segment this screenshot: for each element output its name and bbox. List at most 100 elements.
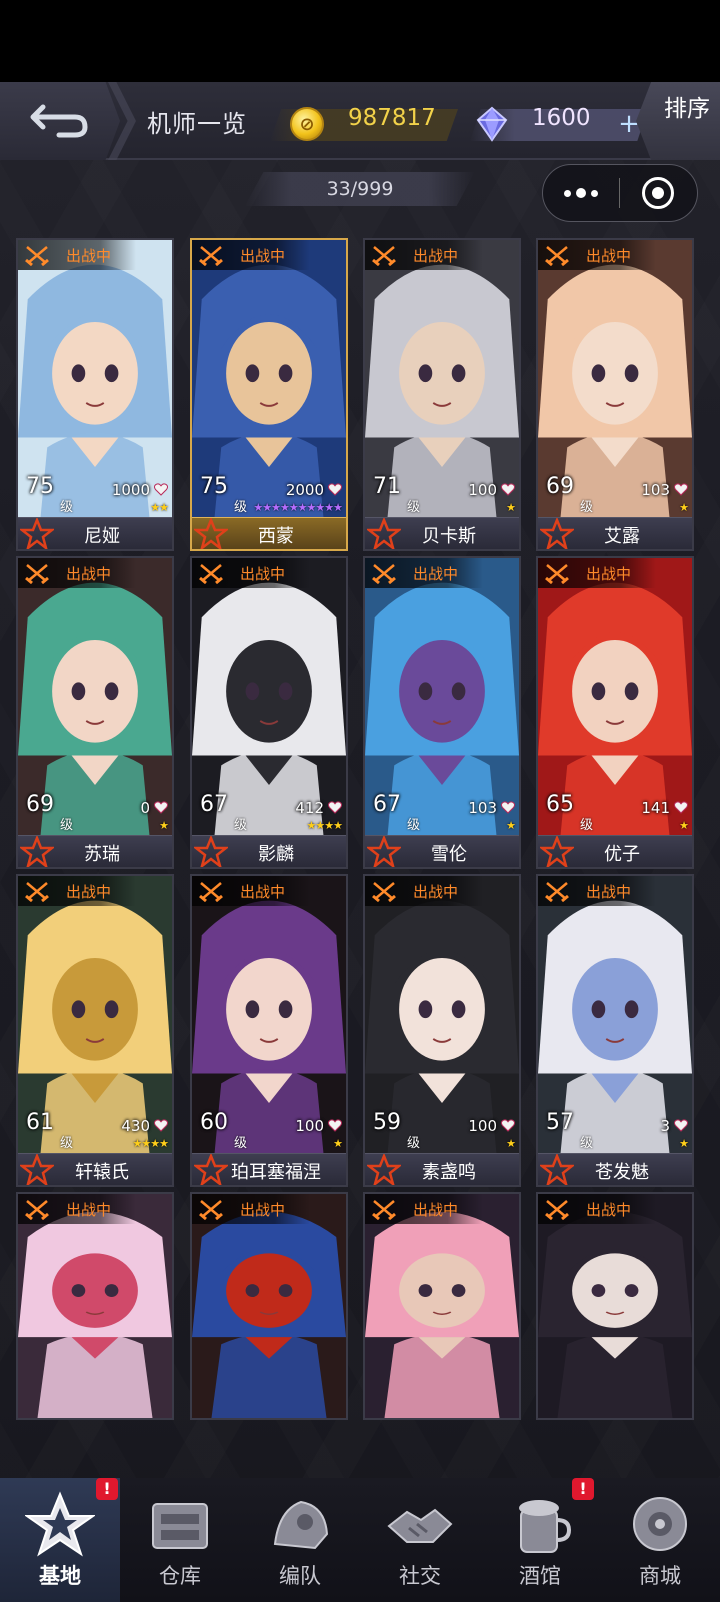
deployed-label: 出战中	[66, 1200, 112, 1219]
pilot-level: 69	[546, 474, 574, 499]
level-unit: 级	[234, 1136, 248, 1151]
deployed-tag: 出战中	[538, 558, 656, 588]
pilot-card[interactable]: 出战中 60 级 100 ★ 珀耳塞福涅	[190, 874, 348, 1187]
heart-icon	[154, 483, 168, 496]
pilot-name: 优子	[604, 844, 640, 865]
pilot-card[interactable]: 出战中 75 级 2000 ★★★★★★★★★★ 西蒙	[190, 238, 348, 551]
deployed-tag: 出战中	[18, 558, 136, 588]
pilot-affinity: 103	[641, 481, 670, 499]
crossed-swords-icon	[25, 1200, 49, 1220]
deployed-label: 出战中	[240, 564, 286, 583]
pilot-portrait	[538, 240, 692, 549]
pilot-level: 67	[200, 792, 228, 817]
crossed-swords-icon	[25, 882, 49, 902]
pilot-portrait	[18, 558, 172, 867]
target-icon	[642, 177, 675, 209]
pilot-name: 雪伦	[431, 844, 467, 865]
pilot-card[interactable]: 出战中 67 级 103 ★ 雪伦	[363, 556, 521, 869]
nav-base[interactable]: 基地 !	[0, 1478, 120, 1602]
pilot-name-bar: 素盏鸣	[365, 1153, 519, 1185]
pilot-card[interactable]: 出战中 65 级 141 ★ 优子	[536, 556, 694, 869]
heart-icon	[154, 1119, 168, 1132]
pilot-card[interactable]: 出战中 69 级 0 ★ 苏瑞	[16, 556, 174, 869]
dot-icon	[563, 189, 571, 197]
pilot-name-bar: 艾露	[538, 517, 692, 549]
nav-formation[interactable]: 编队	[240, 1478, 360, 1602]
nav-label: 编队	[279, 1564, 321, 1588]
nav-label: 基地	[39, 1564, 81, 1588]
top-bar: 机师一览 ⊘ 987817 1600 + 排序	[0, 82, 720, 160]
deployed-label: 出战中	[413, 1200, 459, 1219]
roster-count: 33/999	[245, 172, 475, 206]
bottom-navigation: 基地 ! 仓库 编队 社交 酒馆 ! 商城	[0, 1478, 720, 1602]
pilot-affinity: 1000	[111, 481, 150, 499]
pilot-name: 珀耳塞福涅	[231, 1162, 321, 1183]
pilot-level: 71	[373, 474, 401, 499]
deployed-label: 出战中	[413, 246, 459, 265]
nav-tavern[interactable]: 酒馆 !	[480, 1478, 600, 1602]
nav-label: 仓库	[159, 1564, 201, 1588]
level-unit: 级	[407, 500, 421, 515]
pilot-card[interactable]: 出战中	[536, 1192, 694, 1420]
crossed-swords-icon	[199, 882, 223, 902]
pilot-name-bar: 贝卡斯	[365, 517, 519, 549]
pilot-level: 59	[373, 1110, 401, 1135]
crossed-swords-icon	[545, 1200, 569, 1220]
pilot-card[interactable]: 出战中	[190, 1192, 348, 1420]
heart-icon	[328, 483, 342, 496]
pilot-affinity: 100	[468, 481, 497, 499]
sort-button[interactable]: 排序	[636, 82, 720, 160]
pilot-card[interactable]: 出战中	[16, 1192, 174, 1420]
nav-social[interactable]: 社交	[360, 1478, 480, 1602]
nav-warehouse[interactable]: 仓库	[120, 1478, 240, 1602]
pilot-level: 57	[546, 1110, 574, 1135]
rank-stars: ★	[159, 819, 169, 832]
level-unit: 级	[234, 500, 248, 515]
nav-label: 社交	[399, 1564, 441, 1588]
deployed-tag: 出战中	[192, 558, 310, 588]
pilot-level: 60	[200, 1110, 228, 1135]
pilot-card[interactable]: 出战中 61 级 430 ★★★★ 轩辕氏	[16, 874, 174, 1187]
rank-stars: ★	[506, 1137, 516, 1150]
deployed-tag: 出战中	[365, 1194, 483, 1224]
pilot-card[interactable]: 出战中 67 级 412 ★★★★ 影麟	[190, 556, 348, 869]
pilot-portrait	[365, 558, 519, 867]
deployed-label: 出战中	[586, 882, 632, 901]
pilot-name-bar: 苍发魅	[538, 1153, 692, 1185]
pilot-card[interactable]: 出战中 75 级 1000 ★★ 尼娅	[16, 238, 174, 551]
dot-icon	[575, 188, 586, 198]
pilot-level: 67	[373, 792, 401, 817]
deployed-tag: 出战中	[192, 1194, 310, 1224]
pilot-portrait	[538, 1194, 692, 1418]
crossed-swords-icon	[372, 882, 396, 902]
deployed-tag: 出战中	[192, 240, 310, 270]
rank-stars: ★	[679, 819, 689, 832]
heart-icon	[674, 1119, 688, 1132]
crossed-swords-icon	[545, 564, 569, 584]
diamond-icon	[476, 106, 508, 142]
pilot-card[interactable]: 出战中 71 级 100 ★ 贝卡斯	[363, 238, 521, 551]
deployed-label: 出战中	[66, 882, 112, 901]
pilot-name: 影麟	[258, 844, 294, 865]
miniprogram-capsule	[542, 164, 698, 222]
close-miniprogram-button[interactable]	[620, 164, 698, 222]
rank-stars: ★	[506, 501, 516, 514]
pilot-card[interactable]: 出战中 59 级 100 ★ 素盏鸣	[363, 874, 521, 1187]
crossed-swords-icon	[199, 1200, 223, 1220]
nav-shop[interactable]: 商城	[600, 1478, 720, 1602]
deployed-label: 出战中	[66, 246, 112, 265]
heart-icon	[501, 1119, 515, 1132]
pilot-name-bar: 尼娅	[18, 517, 172, 549]
pilot-card[interactable]: 出战中	[363, 1192, 521, 1420]
more-options-button[interactable]	[543, 164, 619, 222]
heart-icon	[674, 483, 688, 496]
pilot-card[interactable]: 出战中 57 级 3 ★ 苍发魅	[536, 874, 694, 1187]
back-button[interactable]	[0, 82, 120, 160]
rank-stars: ★★★★★★★★★★	[253, 501, 343, 514]
pilot-name: 艾露	[604, 526, 640, 547]
pilot-level: 75	[26, 474, 54, 499]
deployed-label: 出战中	[240, 246, 286, 265]
level-unit: 级	[60, 500, 74, 515]
pilot-card[interactable]: 出战中 69 级 103 ★ 艾露	[536, 238, 694, 551]
rank-stars: ★★★★	[306, 819, 343, 832]
